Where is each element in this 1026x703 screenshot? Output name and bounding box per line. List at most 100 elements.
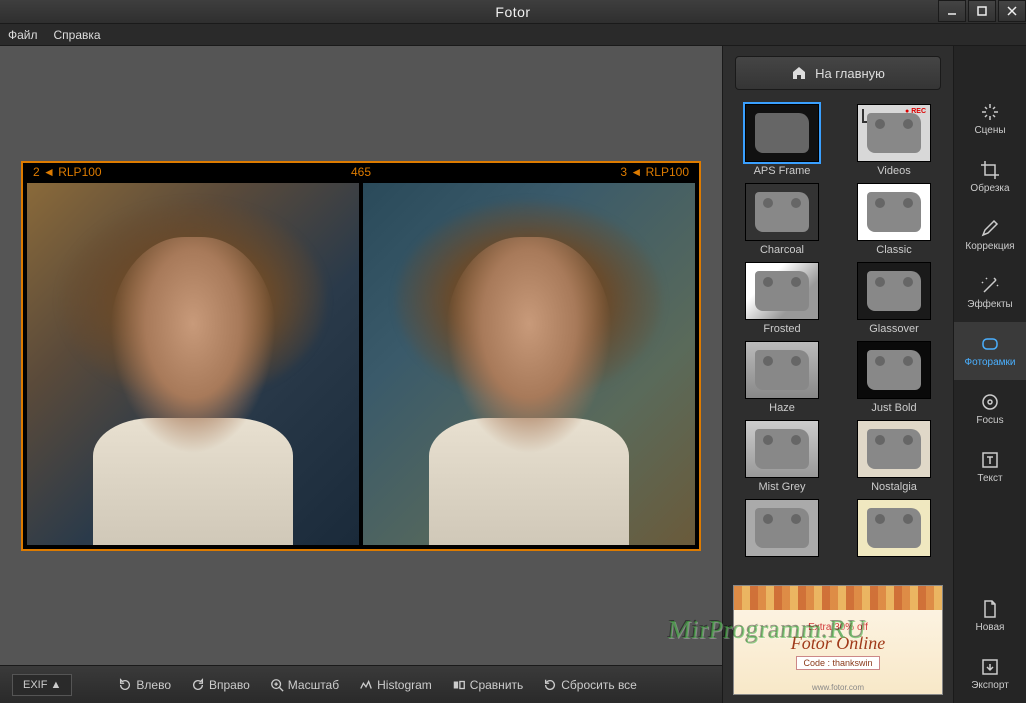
tool-sidebar: Сцены Обрезка Коррекция Эффекты Фоторамк… [954, 46, 1026, 703]
sidebar-scenes[interactable]: Сцены [954, 90, 1026, 148]
canvas-wrap: 2 ◄ RLP100 465 3 ◄ RLP100 EXIF ▲ [0, 46, 722, 703]
effects-column: На главную APS Frame Videos Charcoal Classi… [723, 46, 954, 703]
sidebar-scenes-label: Сцены [974, 125, 1005, 136]
sidebar-new[interactable]: Новая [954, 587, 1026, 645]
frame-item-aps-frame[interactable]: APS Frame [733, 104, 831, 177]
sidebar-export[interactable]: Экспорт [954, 645, 1026, 703]
sidebar-focus[interactable]: Focus [954, 380, 1026, 438]
frame-item-blank-11[interactable] [845, 499, 943, 560]
histogram-icon [359, 678, 373, 692]
promo-site: www.fotor.com [812, 683, 864, 692]
film-image-left [27, 183, 359, 545]
crop-icon [980, 160, 1000, 180]
frame-item-mist-grey[interactable]: Mist Grey [733, 420, 831, 493]
compare-icon [452, 678, 466, 692]
frame-thumb [745, 420, 819, 478]
promo-decor [734, 586, 942, 610]
main-area: 2 ◄ RLP100 465 3 ◄ RLP100 EXIF ▲ [0, 46, 1026, 703]
reset-label: Сбросить все [561, 678, 637, 692]
frames-grid[interactable]: APS Frame Videos Charcoal Classic Frosted Gla… [723, 100, 953, 579]
menu-file[interactable]: Файл [8, 28, 38, 42]
sidebar-correction-label: Коррекция [965, 241, 1014, 252]
frame-item-glassover[interactable]: Glassover [845, 262, 943, 335]
film-mark-left: 2 ◄ RLP100 [33, 165, 102, 181]
zoom-icon [270, 678, 284, 692]
title-bar: Fotor [0, 0, 1026, 24]
app-title: Fotor [495, 4, 530, 20]
frame-label: Charcoal [760, 244, 804, 256]
frame-label: APS Frame [754, 165, 811, 177]
promo-banner[interactable]: Extra 30% off Fotor Online Code : thanks… [733, 585, 943, 695]
sidebar-frames-label: Фоторамки [965, 357, 1016, 368]
home-icon [791, 65, 807, 81]
frame-thumb [857, 499, 931, 557]
frame-label: Videos [877, 165, 910, 177]
film-markings: 2 ◄ RLP100 465 3 ◄ RLP100 [23, 165, 699, 181]
zoom-button[interactable]: Масштаб [262, 674, 347, 696]
film-mark-mid: 465 [351, 165, 371, 179]
sidebar-text-label: Текст [977, 473, 1002, 484]
promo-code: Code : thankswin [796, 656, 879, 670]
sidebar-focus-label: Focus [976, 415, 1003, 426]
wand-icon [980, 276, 1000, 296]
exif-button[interactable]: EXIF ▲ [12, 674, 72, 696]
image-preview[interactable]: 2 ◄ RLP100 465 3 ◄ RLP100 [21, 161, 701, 551]
sidebar-effects[interactable]: Эффекты [954, 264, 1026, 322]
film-mark-right: 3 ◄ RLP100 [620, 165, 689, 181]
frame-thumb [745, 341, 819, 399]
frame-thumb [745, 262, 819, 320]
film-image-right [363, 183, 695, 545]
frame-thumb [745, 183, 819, 241]
frame-label: Mist Grey [758, 481, 805, 493]
sidebar-new-label: Новая [976, 622, 1005, 633]
sidebar-crop-label: Обрезка [970, 183, 1009, 194]
menu-help[interactable]: Справка [54, 28, 101, 42]
minimize-button[interactable] [938, 0, 966, 22]
rotate-left-label: Влево [136, 678, 171, 692]
frame-label: Classic [876, 244, 911, 256]
maximize-button[interactable] [968, 0, 996, 22]
frame-item-just-bold[interactable]: Just Bold [845, 341, 943, 414]
reset-icon [543, 678, 557, 692]
frame-item-charcoal[interactable]: Charcoal [733, 183, 831, 256]
rotate-left-button[interactable]: Влево [110, 674, 179, 696]
frame-thumb [857, 420, 931, 478]
frame-item-frosted[interactable]: Frosted [733, 262, 831, 335]
frame-label: Nostalgia [871, 481, 917, 493]
frame-item-haze[interactable]: Haze [733, 341, 831, 414]
histogram-label: Histogram [377, 678, 432, 692]
sidebar-text[interactable]: Текст [954, 438, 1026, 496]
frame-thumb [745, 104, 819, 162]
close-button[interactable] [998, 0, 1026, 22]
frame-item-classic[interactable]: Classic [845, 183, 943, 256]
compare-button[interactable]: Сравнить [444, 674, 531, 696]
frame-label: Haze [769, 402, 795, 414]
rotate-right-icon [191, 678, 205, 692]
histogram-button[interactable]: Histogram [351, 674, 440, 696]
frame-thumb [857, 262, 931, 320]
frame-label: Frosted [763, 323, 800, 335]
rotate-left-icon [118, 678, 132, 692]
sidebar-effects-label: Эффекты [967, 299, 1012, 310]
frame-item-nostalgia[interactable]: Nostalgia [845, 420, 943, 493]
window-controls [936, 0, 1026, 22]
promo-extra: Extra 30% off [808, 622, 868, 633]
menu-bar: Файл Справка [0, 24, 1026, 46]
sidebar-crop[interactable]: Обрезка [954, 148, 1026, 206]
home-button-label: На главную [815, 66, 885, 81]
frame-thumb [857, 183, 931, 241]
export-icon [980, 657, 1000, 677]
frame-thumb [745, 499, 819, 557]
compare-label: Сравнить [470, 678, 523, 692]
reset-button[interactable]: Сбросить все [535, 674, 645, 696]
sidebar-correction[interactable]: Коррекция [954, 206, 1026, 264]
rotate-right-label: Вправо [209, 678, 250, 692]
sparkle-icon [980, 102, 1000, 122]
rotate-right-button[interactable]: Вправо [183, 674, 258, 696]
zoom-label: Масштаб [288, 678, 339, 692]
frame-item-videos[interactable]: Videos [845, 104, 943, 177]
frame-item-blank-10[interactable] [733, 499, 831, 560]
home-button[interactable]: На главную [735, 56, 941, 90]
sidebar-frames[interactable]: Фоторамки [954, 322, 1026, 380]
text-icon [980, 450, 1000, 470]
